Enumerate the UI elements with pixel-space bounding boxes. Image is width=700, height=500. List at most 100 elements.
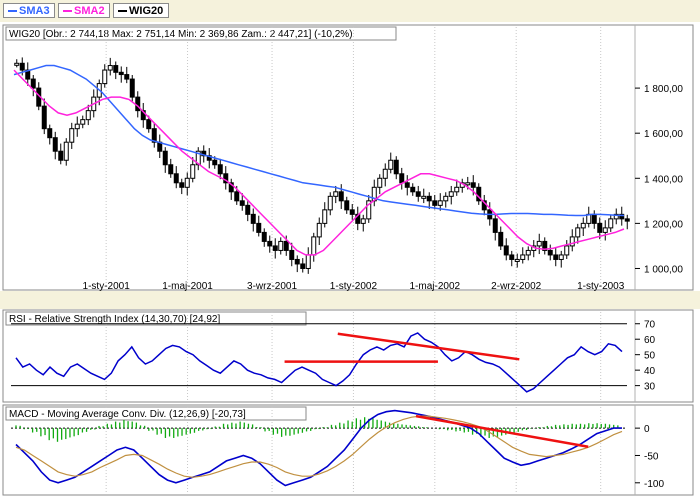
candle-body xyxy=(520,254,526,260)
candle-body xyxy=(124,74,130,80)
candle-body xyxy=(580,222,586,229)
macd-y-tick-label: 0 xyxy=(644,424,650,435)
chart-layer: WIG20 [Obr.: 2 744,18 Max: 2 751,14 Min:… xyxy=(0,24,700,496)
candle-body xyxy=(426,195,432,202)
candle-body xyxy=(410,186,416,193)
x-tick-label: 1-sty-2003 xyxy=(577,281,625,292)
candle-body xyxy=(514,258,520,262)
candle-body xyxy=(327,195,333,211)
candle-body xyxy=(102,69,108,85)
candle-body xyxy=(437,200,443,206)
candle-body xyxy=(58,150,64,161)
candle-body xyxy=(382,168,388,179)
candle-body xyxy=(316,222,322,238)
candle-body xyxy=(47,128,53,139)
macd-y-tick-label: -100 xyxy=(644,479,664,490)
rsi-y-tick-label: 60 xyxy=(644,335,656,346)
candle-body xyxy=(30,78,36,89)
candle-body xyxy=(256,222,262,233)
candle-body xyxy=(492,218,498,233)
rsi-y-tick-label: 40 xyxy=(644,366,656,377)
candle-body xyxy=(553,254,559,260)
candle-body xyxy=(272,245,278,251)
candle-body xyxy=(525,249,531,256)
candle-body xyxy=(190,164,196,179)
candle-body xyxy=(129,78,135,98)
candle-body xyxy=(498,231,504,247)
divider-strip xyxy=(0,291,700,309)
candle-body xyxy=(300,263,306,269)
candle-body xyxy=(349,209,355,215)
candle-body xyxy=(19,62,25,71)
candle-body xyxy=(388,159,394,170)
candle-body xyxy=(63,141,69,161)
candle-body xyxy=(278,240,284,251)
candle-body xyxy=(179,182,185,188)
candle-body xyxy=(267,240,273,247)
candle-body xyxy=(443,195,449,202)
candle-body xyxy=(333,191,339,197)
candle-body xyxy=(448,191,454,197)
price-y-tick-label: 1 800,00 xyxy=(644,84,683,95)
rsi-y-tick-label: 50 xyxy=(644,351,656,362)
candle-body xyxy=(404,182,410,188)
candle-body xyxy=(421,195,427,199)
candle-body xyxy=(113,65,119,73)
candle-body xyxy=(250,213,256,224)
x-tick-label: 1-maj-2002 xyxy=(410,281,461,292)
candle-body xyxy=(311,236,317,256)
candle-body xyxy=(509,254,515,260)
rsi-y-tick-label: 70 xyxy=(644,320,656,331)
candle-body xyxy=(591,213,597,224)
price-y-tick-label: 1 400,00 xyxy=(644,174,683,185)
candle-body xyxy=(360,218,366,224)
candle-body xyxy=(377,177,383,188)
chart-window: SMA3 SMA2 WIG20 WIG20 [Obr.: 2 744,18 Ma… xyxy=(0,0,700,500)
candle-body xyxy=(14,62,20,66)
candle-body xyxy=(162,150,168,166)
candle-body xyxy=(217,164,223,175)
candle-body xyxy=(234,191,240,202)
candle-body xyxy=(212,159,218,166)
candle-body xyxy=(558,254,564,260)
x-tick-label: 1-sty-2001 xyxy=(83,281,131,292)
candle-body xyxy=(41,105,47,130)
candle-body xyxy=(597,222,603,233)
candle-body xyxy=(564,245,570,256)
candle-body xyxy=(344,200,350,211)
candle-body xyxy=(289,249,295,260)
candle-body xyxy=(569,236,575,247)
macd-y-tick-label: -50 xyxy=(644,451,659,462)
price-y-tick-label: 1 600,00 xyxy=(644,129,683,140)
candle-body xyxy=(338,191,344,202)
x-tick-label: 3-wrz-2001 xyxy=(247,281,297,292)
candle-body xyxy=(294,258,300,265)
candle-body xyxy=(173,173,179,184)
candle-body xyxy=(146,119,152,130)
candle-body xyxy=(85,110,91,121)
candle-body xyxy=(503,245,509,256)
candle-body xyxy=(393,159,399,175)
candle-body xyxy=(80,119,86,125)
x-tick-label: 1-maj-2001 xyxy=(162,281,213,292)
price-y-tick-label: 1 000,00 xyxy=(644,264,683,275)
rsi-y-tick-label: 30 xyxy=(644,382,656,393)
candle-body xyxy=(608,218,614,229)
candle-body xyxy=(305,254,311,269)
candle-body xyxy=(624,218,630,222)
x-tick-label: 1-sty-2002 xyxy=(330,281,378,292)
candle-body xyxy=(135,96,141,112)
candle-body xyxy=(184,177,190,188)
candle-body xyxy=(322,209,328,224)
candle-body xyxy=(69,128,75,143)
candle-body xyxy=(454,186,460,193)
candle-body xyxy=(547,249,553,256)
candle-body xyxy=(52,137,58,152)
candle-body xyxy=(245,204,251,215)
candle-body xyxy=(74,123,80,130)
x-tick-label: 2-wrz-2002 xyxy=(491,281,541,292)
panel-title-2: MACD - Moving Average Conv. Div. (12,26,… xyxy=(9,409,246,420)
candle-body xyxy=(575,227,581,238)
candle-body xyxy=(470,182,476,188)
candle-body xyxy=(107,65,113,71)
